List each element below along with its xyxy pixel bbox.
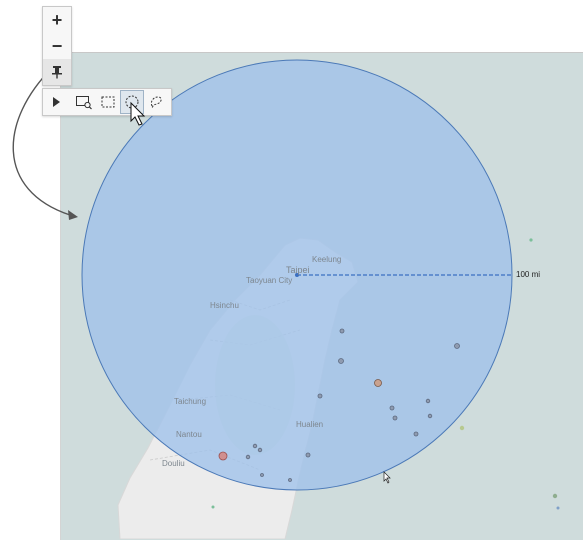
data-marker — [425, 398, 431, 404]
data-marker — [339, 328, 345, 334]
map-label-taichung: Taichung — [174, 397, 207, 406]
data-marker — [454, 343, 460, 349]
data-marker — [374, 379, 382, 387]
zoom-in-button[interactable]: + — [43, 7, 71, 33]
pin-map-button[interactable] — [43, 59, 71, 85]
data-marker — [413, 431, 419, 437]
data-marker — [317, 393, 323, 399]
small-cursor-icon — [383, 471, 391, 484]
data-marker — [392, 415, 398, 421]
rectangle-with-magnifier-icon — [76, 96, 92, 110]
map-label-hualien: Hualien — [296, 420, 324, 429]
pin-icon — [52, 66, 62, 79]
map-label-taipei: Taipei — [286, 265, 310, 275]
expand-tools-button[interactable] — [45, 91, 67, 113]
data-marker — [288, 478, 292, 482]
data-marker — [260, 473, 264, 477]
rectangle-select-tool[interactable] — [97, 91, 119, 113]
circle-select-tool[interactable] — [120, 90, 144, 114]
radius-distance-label: 100 mi — [516, 270, 541, 279]
data-marker — [218, 451, 228, 461]
map-label-taoyuan: Taoyuan City — [246, 276, 293, 285]
annotation-arrowhead — [68, 210, 78, 220]
data-marker — [257, 447, 263, 453]
data-marker — [338, 358, 344, 364]
play-triangle-icon — [53, 97, 60, 107]
data-marker — [305, 452, 311, 458]
map-label-hsinchu: Hsinchu — [210, 301, 239, 310]
selection-tools-strip — [42, 88, 172, 116]
zoom-out-button[interactable]: − — [43, 33, 71, 59]
lasso-select-tool[interactable] — [145, 91, 167, 113]
data-marker — [389, 405, 395, 411]
map-label-nantou: Nantou — [176, 430, 202, 439]
dashed-rectangle-icon — [101, 96, 115, 108]
lasso-icon — [150, 96, 162, 109]
map-label-douliu: Douliu — [162, 459, 185, 468]
data-marker — [427, 413, 433, 419]
map-toolbar: + − — [42, 6, 72, 86]
map-label-keelung: Keelung — [312, 255, 342, 264]
data-marker — [252, 443, 258, 449]
radial-select-tool[interactable] — [73, 91, 95, 113]
data-marker — [245, 454, 251, 460]
dashed-circle-icon — [125, 95, 139, 109]
